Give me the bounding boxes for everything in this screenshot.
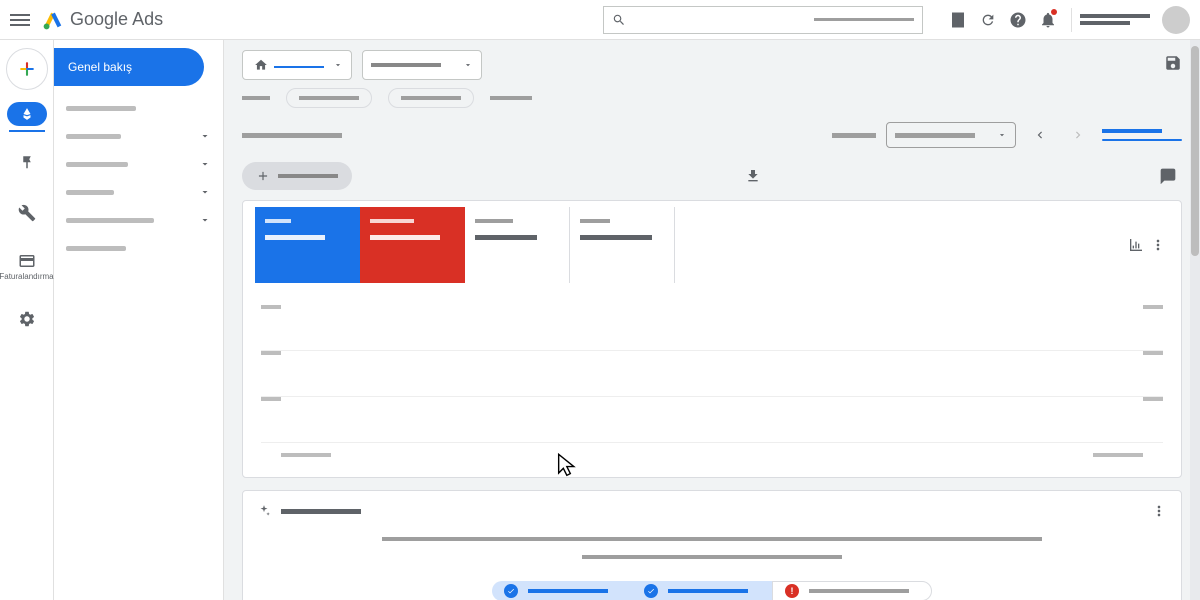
menu-icon[interactable] — [10, 14, 30, 26]
rail-goals[interactable] — [8, 144, 46, 182]
metric-tile-1[interactable] — [255, 207, 360, 283]
logo-text: Google Ads — [70, 9, 163, 30]
sidebar: Genel bakış — [54, 40, 224, 600]
feedback-icon[interactable] — [1154, 168, 1182, 184]
refresh-icon[interactable] — [973, 5, 1003, 35]
chart-options-icon[interactable] — [1125, 237, 1147, 253]
caret-down-icon — [463, 60, 473, 70]
chevron-down-icon — [199, 130, 211, 142]
search-icon — [612, 13, 626, 27]
notifications-icon[interactable] — [1033, 5, 1063, 35]
plus-icon — [256, 169, 270, 183]
next-period[interactable] — [1064, 122, 1092, 148]
save-icon[interactable] — [1164, 54, 1182, 77]
divider — [1071, 8, 1072, 32]
sidebar-item[interactable] — [54, 94, 223, 122]
recommendations-card: ! — [242, 490, 1182, 600]
sidebar-item[interactable] — [54, 206, 223, 234]
chevron-down-icon — [199, 186, 211, 198]
help-icon[interactable] — [1003, 5, 1033, 35]
top-controls — [242, 50, 1182, 80]
google-ads-logo-icon — [42, 9, 64, 31]
caret-down-icon — [333, 60, 343, 70]
rail-campaigns[interactable] — [7, 102, 47, 126]
nav-rail: Faturalandırma — [0, 40, 54, 600]
campaign-dropdown[interactable] — [362, 50, 482, 80]
account-dropdown[interactable] — [242, 50, 352, 80]
rail-billing[interactable]: Faturalandırma — [8, 244, 46, 288]
step-2[interactable] — [632, 581, 772, 600]
app-header: Google Ads — [0, 0, 1200, 40]
metrics-summary-row — [242, 122, 1182, 148]
logo[interactable]: Google Ads — [42, 9, 163, 31]
metric-tile-4[interactable] — [570, 207, 675, 283]
sidebar-item[interactable] — [54, 234, 223, 262]
search-input[interactable] — [634, 14, 814, 26]
sidebar-item[interactable] — [54, 178, 223, 206]
metric-tile-3[interactable] — [465, 207, 570, 283]
create-button[interactable] — [6, 48, 48, 90]
main-content: ! — [224, 40, 1200, 600]
avatar[interactable] — [1162, 6, 1190, 34]
home-icon — [254, 58, 268, 72]
search-input-container[interactable] — [603, 6, 923, 34]
caret-down-icon — [997, 130, 1007, 140]
reports-icon[interactable] — [943, 5, 973, 35]
card-more-icon[interactable] — [1147, 237, 1169, 253]
sidebar-overview[interactable]: Genel bakış — [54, 48, 204, 86]
filter-chip[interactable] — [286, 88, 372, 108]
account-info[interactable] — [1080, 14, 1150, 25]
card-more-icon[interactable] — [1151, 503, 1167, 519]
breadcrumb — [242, 88, 1182, 108]
metric-tile-2[interactable] — [360, 207, 465, 283]
chart-area — [243, 289, 1181, 477]
date-range[interactable] — [886, 122, 1016, 148]
scrollbar[interactable] — [1190, 40, 1200, 600]
prev-period[interactable] — [1026, 122, 1054, 148]
metric-tiles — [255, 207, 675, 283]
sidebar-item[interactable] — [54, 122, 223, 150]
rail-tools[interactable] — [8, 194, 46, 232]
sidebar-item[interactable] — [54, 150, 223, 178]
overview-card — [242, 200, 1182, 478]
chevron-down-icon — [199, 158, 211, 170]
sparkle-icon — [257, 504, 271, 518]
toolbar-row — [242, 162, 1182, 190]
add-metric-button[interactable] — [242, 162, 352, 190]
filter-chip[interactable] — [388, 88, 474, 108]
active-tab-indicator — [1102, 129, 1182, 141]
download-icon[interactable] — [739, 168, 767, 184]
rail-admin[interactable] — [8, 300, 46, 338]
step-3[interactable]: ! — [772, 581, 932, 600]
setup-stepper: ! — [492, 581, 932, 600]
step-1[interactable] — [492, 581, 632, 600]
chevron-down-icon — [199, 214, 211, 226]
